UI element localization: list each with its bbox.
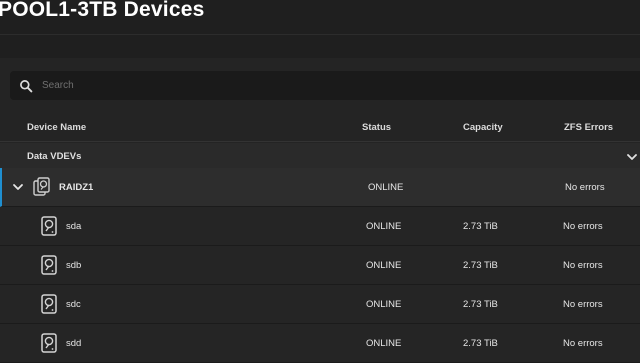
- device-status: ONLINE: [368, 182, 404, 193]
- table-header: Device Name Status Capacity ZFS Errors: [0, 111, 640, 142]
- device-status: ONLINE: [366, 221, 402, 232]
- table-row-disk[interactable]: sdd ONLINE 2.73 TiB No errors: [0, 324, 640, 363]
- device-capacity: 2.73 TiB: [463, 299, 498, 310]
- title-divider: [0, 34, 640, 35]
- device-errors: No errors: [565, 182, 605, 193]
- device-name: sdb: [66, 260, 82, 271]
- column-header-zfs-errors[interactable]: ZFS Errors: [564, 122, 613, 133]
- table-row-disk[interactable]: sda ONLINE 2.73 TiB No errors: [0, 207, 640, 246]
- hard-disk-icon: [40, 333, 58, 353]
- group-row-data-vdevs[interactable]: Data VDEVs: [0, 143, 640, 170]
- device-name: sda: [66, 221, 82, 232]
- column-header-capacity[interactable]: Capacity: [463, 122, 503, 133]
- table-row-disk[interactable]: sdb ONLINE 2.73 TiB No errors: [0, 246, 640, 285]
- search-box[interactable]: [10, 71, 640, 100]
- device-errors: No errors: [563, 338, 603, 349]
- device-capacity: 2.73 TiB: [463, 260, 498, 271]
- device-capacity: 2.73 TiB: [463, 338, 498, 349]
- device-name: RAIDZ1: [59, 182, 94, 193]
- group-label: Data VDEVs: [27, 151, 82, 162]
- page-title: POOL1-3TB Devices: [0, 0, 205, 21]
- search-icon: [19, 79, 33, 93]
- device-capacity: 2.73 TiB: [463, 221, 498, 232]
- device-name: sdc: [66, 299, 81, 310]
- device-status: ONLINE: [366, 299, 402, 310]
- chevron-down-icon[interactable]: [12, 181, 24, 193]
- column-header-device-name[interactable]: Device Name: [27, 122, 86, 133]
- hard-disk-icon: [40, 294, 58, 314]
- disk-group-icon: [33, 177, 51, 197]
- hard-disk-icon: [40, 255, 58, 275]
- hard-disk-icon: [40, 216, 58, 236]
- device-errors: No errors: [563, 221, 603, 232]
- table-row-vdev[interactable]: RAIDZ1 ONLINE No errors: [0, 168, 640, 207]
- chevron-down-icon[interactable]: [626, 151, 638, 163]
- device-rows: RAIDZ1 ONLINE No errors sda ONLINE 2.73 …: [0, 168, 640, 363]
- device-status: ONLINE: [366, 338, 402, 349]
- column-header-status[interactable]: Status: [362, 122, 391, 133]
- device-status: ONLINE: [366, 260, 402, 271]
- table-row-disk[interactable]: sdc ONLINE 2.73 TiB No errors: [0, 285, 640, 324]
- device-errors: No errors: [563, 260, 603, 271]
- device-name: sdd: [66, 338, 82, 349]
- search-input[interactable]: [42, 71, 640, 100]
- device-errors: No errors: [563, 299, 603, 310]
